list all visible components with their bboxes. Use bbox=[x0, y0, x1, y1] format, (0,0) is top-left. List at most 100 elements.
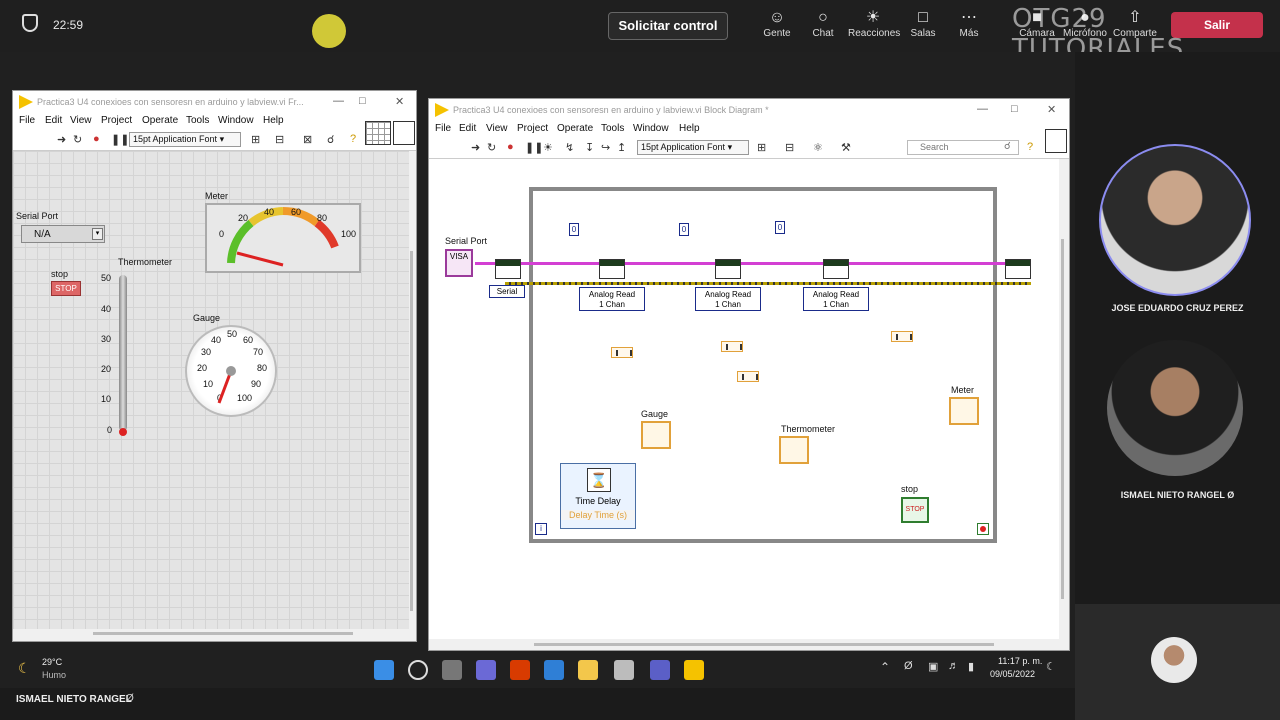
menu-file[interactable]: File bbox=[19, 115, 35, 126]
distribute-icon[interactable]: ⊟ bbox=[275, 133, 284, 146]
menu-help[interactable]: Help bbox=[679, 123, 700, 134]
serial-selector[interactable]: Serial bbox=[489, 285, 525, 298]
more-button[interactable]: ⋯ Más bbox=[944, 8, 994, 46]
stop-button[interactable]: STOP bbox=[51, 281, 81, 296]
analog-read-selector[interactable]: Analog Read 1 Chan bbox=[695, 287, 761, 311]
font-selector[interactable]: 15pt Application Font ▾ bbox=[129, 132, 241, 147]
retain-wire-values-icon[interactable]: ↯ bbox=[565, 141, 574, 154]
search-box[interactable]: Search ☌ bbox=[907, 140, 1019, 155]
run-arrow-icon[interactable]: ➜ bbox=[57, 133, 66, 146]
menu-window[interactable]: Window bbox=[218, 115, 254, 126]
participant-video-1[interactable] bbox=[1099, 144, 1251, 296]
menu-tools[interactable]: Tools bbox=[601, 123, 624, 134]
minimize-icon[interactable]: — bbox=[333, 95, 344, 107]
run-arrow-icon[interactable]: ➜ bbox=[471, 141, 480, 154]
search-icon[interactable] bbox=[408, 660, 428, 680]
menu-operate[interactable]: Operate bbox=[142, 115, 178, 126]
vertical-scrollbar[interactable] bbox=[410, 251, 413, 611]
meter-terminal[interactable] bbox=[949, 397, 979, 425]
align-icon[interactable]: ⊞ bbox=[757, 141, 766, 154]
menu-edit[interactable]: Edit bbox=[45, 115, 62, 126]
channel-constant[interactable]: 0 bbox=[569, 223, 579, 236]
maximize-icon[interactable]: □ bbox=[359, 95, 366, 107]
volume-icon[interactable]: ♬ bbox=[948, 660, 959, 672]
notifications-icon[interactable]: ☾ bbox=[1046, 660, 1056, 673]
horizontal-scrollbar[interactable] bbox=[93, 632, 353, 635]
vertical-scrollbar[interactable] bbox=[1061, 239, 1064, 599]
people-button[interactable]: ☺ Gente bbox=[752, 8, 802, 46]
linx-analog-read-subvi[interactable] bbox=[823, 259, 849, 279]
minimize-icon[interactable]: — bbox=[977, 103, 988, 115]
linx-open-subvi[interactable] bbox=[495, 259, 521, 279]
request-control-button[interactable]: Solicitar control bbox=[608, 12, 728, 40]
file-explorer-icon[interactable] bbox=[578, 660, 598, 680]
delay-time-input[interactable]: Delay Time (s) bbox=[561, 510, 635, 520]
start-icon[interactable] bbox=[374, 660, 394, 680]
step-out-icon[interactable]: ↥ bbox=[617, 141, 626, 154]
abort-icon[interactable]: ● bbox=[93, 133, 100, 145]
resize-icon[interactable]: ⊠ bbox=[303, 133, 312, 146]
app-window-icon[interactable] bbox=[614, 660, 634, 680]
channel-constant[interactable]: 0 bbox=[679, 223, 689, 236]
stop-terminal[interactable]: STOP bbox=[901, 497, 929, 523]
linx-analog-read-subvi[interactable] bbox=[599, 259, 625, 279]
highlight-execution-icon[interactable]: ☀ bbox=[543, 141, 553, 154]
clock-time[interactable]: 11:17 p. m. bbox=[998, 656, 1042, 666]
network-icon[interactable]: ▣ bbox=[928, 660, 938, 673]
font-selector[interactable]: 15pt Application Font ▾ bbox=[637, 140, 749, 155]
pause-icon[interactable]: ❚❚ bbox=[525, 141, 543, 154]
serial-port-terminal[interactable]: VISA bbox=[445, 249, 473, 277]
analog-read-selector[interactable]: Analog Read 1 Chan bbox=[579, 287, 645, 311]
clock-date[interactable]: 09/05/2022 bbox=[990, 669, 1035, 679]
analog-read-selector[interactable]: Analog Read 1 Chan bbox=[803, 287, 869, 311]
reactions-button[interactable]: ☀ Reacciones bbox=[848, 8, 900, 46]
chat-app-icon[interactable] bbox=[476, 660, 496, 680]
participant-video-2[interactable] bbox=[1107, 340, 1243, 476]
chevron-up-icon[interactable]: ⌃ bbox=[880, 660, 890, 674]
battery-icon[interactable]: ▮ bbox=[968, 660, 974, 673]
serial-port-control[interactable]: N/A ▾ bbox=[21, 225, 105, 243]
store-icon[interactable] bbox=[544, 660, 564, 680]
close-icon[interactable]: ✕ bbox=[1047, 103, 1056, 116]
horizontal-scrollbar[interactable] bbox=[534, 643, 994, 646]
linx-close-subvi[interactable] bbox=[1005, 259, 1031, 279]
abort-icon[interactable]: ● bbox=[507, 141, 514, 153]
menu-edit[interactable]: Edit bbox=[459, 123, 476, 134]
numeric-conversion[interactable] bbox=[891, 331, 913, 342]
numeric-conversion[interactable] bbox=[721, 341, 743, 352]
labview-icon[interactable] bbox=[684, 660, 704, 680]
time-delay-express-vi[interactable]: ⌛ Time Delay Delay Time (s) bbox=[560, 463, 636, 529]
teams-icon[interactable] bbox=[650, 660, 670, 680]
numeric-conversion[interactable] bbox=[611, 347, 633, 358]
reorder-icon[interactable]: ⚛ bbox=[813, 141, 823, 154]
loop-condition-terminal[interactable] bbox=[977, 523, 989, 535]
gauge-terminal[interactable] bbox=[641, 421, 671, 449]
chat-button[interactable]: ○ Chat bbox=[798, 8, 848, 46]
menu-view[interactable]: View bbox=[486, 123, 508, 134]
pause-icon[interactable]: ❚❚ bbox=[111, 133, 129, 146]
menu-help[interactable]: Help bbox=[263, 115, 284, 126]
office-icon[interactable] bbox=[510, 660, 530, 680]
cleanup-icon[interactable]: ⚒ bbox=[841, 141, 851, 154]
maximize-icon[interactable]: □ bbox=[1011, 103, 1018, 115]
rooms-button[interactable]: □ Salas bbox=[898, 8, 948, 46]
task-view-icon[interactable] bbox=[442, 660, 462, 680]
align-icon[interactable]: ⊞ bbox=[251, 133, 260, 146]
thermometer-terminal[interactable] bbox=[779, 436, 809, 464]
menu-file[interactable]: File bbox=[435, 123, 451, 134]
help-icon[interactable]: ? bbox=[350, 133, 356, 145]
menu-project[interactable]: Project bbox=[101, 115, 132, 126]
distribute-icon[interactable]: ⊟ bbox=[785, 141, 794, 154]
linx-analog-read-subvi[interactable] bbox=[715, 259, 741, 279]
menu-view[interactable]: View bbox=[70, 115, 92, 126]
channel-constant[interactable]: 0 bbox=[775, 221, 785, 234]
menu-tools[interactable]: Tools bbox=[186, 115, 209, 126]
close-icon[interactable]: ✕ bbox=[395, 95, 404, 108]
menu-window[interactable]: Window bbox=[633, 123, 669, 134]
search-icon[interactable]: ☌ bbox=[327, 133, 334, 146]
help-icon[interactable]: ? bbox=[1027, 141, 1033, 153]
mic-off-icon[interactable]: Ø bbox=[904, 660, 913, 672]
numeric-conversion[interactable] bbox=[737, 371, 759, 382]
run-continuously-icon[interactable]: ↻ bbox=[487, 141, 496, 154]
menu-operate[interactable]: Operate bbox=[557, 123, 593, 134]
